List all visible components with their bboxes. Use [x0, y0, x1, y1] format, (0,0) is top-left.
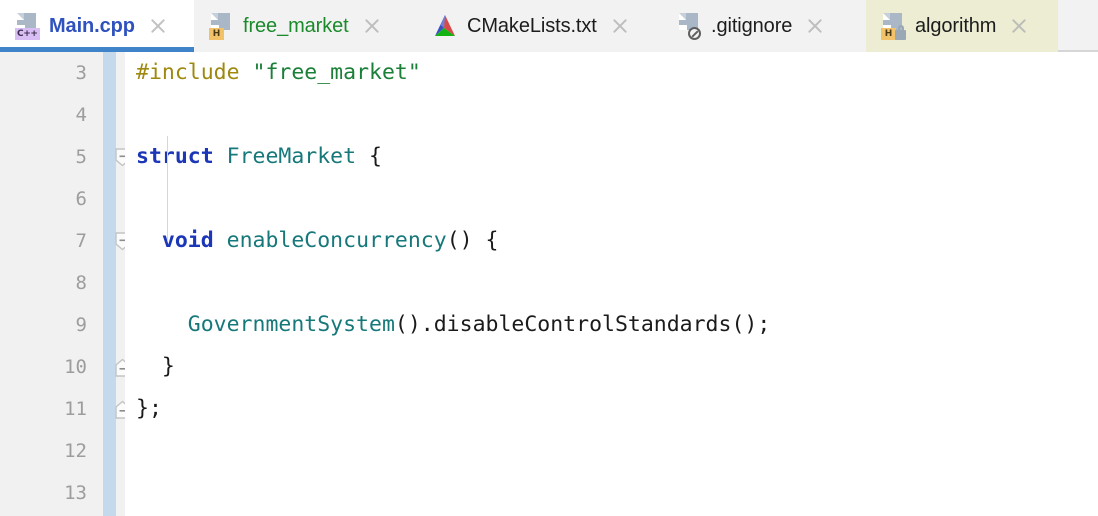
token-string: "free_market" — [252, 60, 421, 85]
code-text-area[interactable]: #include "free_market" struct FreeMarket… — [125, 52, 1098, 516]
token-parens-brace: () { — [446, 228, 499, 253]
close-icon[interactable] — [805, 16, 825, 36]
token-keyword-struct: struct — [136, 144, 214, 169]
header-file-badge: H — [881, 28, 896, 40]
editor-gutter[interactable]: 3 4 5 6 7 8 9 10 11 12 13 — [0, 52, 130, 516]
code-folding-column[interactable] — [116, 52, 125, 516]
lock-icon — [895, 25, 906, 40]
line-number: 11 — [64, 398, 87, 420]
editor-tab-main-cpp[interactable]: C++ Main.cpp — [0, 0, 194, 52]
line-number: 8 — [75, 272, 87, 294]
header-file-locked-icon: H — [880, 12, 906, 40]
token-parens-dot: (). — [394, 312, 434, 337]
code-editor-area[interactable]: 3 4 5 6 7 8 9 10 11 12 13 #include "free… — [0, 52, 1098, 516]
close-icon[interactable] — [148, 16, 168, 36]
editor-tab-label: CMakeLists.txt — [467, 14, 597, 37]
cpp-file-badge: C++ — [15, 28, 40, 40]
header-file-icon: H — [208, 12, 234, 40]
code-line-11[interactable]: }; — [125, 388, 1098, 430]
editor-tab-bar: C++ Main.cpp H free_market CMakeLists.tx… — [0, 0, 1098, 52]
token-type-government-system: GovernmentSystem — [187, 312, 395, 337]
token-preprocessor: #include — [136, 60, 240, 85]
close-icon[interactable] — [1009, 16, 1029, 36]
code-line-9[interactable]: GovernmentSystem().disableControlStandar… — [125, 304, 1098, 346]
editor-tab-label: .gitignore — [711, 14, 793, 37]
line-number: 10 — [64, 356, 87, 378]
token-type-name: FreeMarket — [226, 144, 357, 169]
editor-tab-algorithm[interactable]: H algorithm — [866, 0, 1058, 52]
code-line-8[interactable] — [125, 262, 1098, 304]
line-number: 13 — [64, 482, 87, 504]
line-number: 7 — [75, 230, 87, 252]
cpp-file-icon: C++ — [14, 12, 40, 40]
code-line-7[interactable]: void enableConcurrency() { — [125, 220, 1098, 262]
line-number: 9 — [75, 314, 87, 336]
token-brace: { — [356, 144, 382, 169]
line-number: 5 — [75, 146, 87, 168]
code-line-5[interactable]: struct FreeMarket { — [125, 136, 1098, 178]
token-closing-brace: } — [136, 354, 175, 379]
code-line-4[interactable] — [125, 94, 1098, 136]
ide-editor-window: C++ Main.cpp H free_market CMakeLists.tx… — [0, 0, 1098, 516]
header-file-badge: H — [209, 28, 224, 40]
editor-tab-label: algorithm — [915, 14, 997, 37]
gitignore-file-icon — [676, 12, 702, 40]
token-keyword-void: void — [161, 228, 214, 253]
cmake-logo-icon — [432, 13, 458, 39]
token-closing-brace-semicolon: }; — [136, 396, 162, 421]
line-number-column: 3 4 5 6 7 8 9 10 11 12 13 — [0, 52, 95, 514]
token-function-name: enableConcurrency — [226, 228, 447, 253]
token-method-call: disableControlStandards(); — [433, 312, 771, 337]
code-line-6[interactable] — [125, 178, 1098, 220]
editor-tab-label: free_market — [243, 14, 349, 37]
line-number: 4 — [75, 104, 87, 126]
editor-tab-gitignore[interactable]: .gitignore — [662, 0, 866, 52]
line-number: 6 — [75, 188, 87, 210]
no-entry-icon — [688, 27, 701, 40]
close-icon[interactable] — [362, 16, 382, 36]
line-number: 3 — [75, 62, 87, 84]
code-line-10[interactable]: } — [125, 346, 1098, 388]
code-line-3[interactable]: #include "free_market" — [125, 52, 1098, 94]
editor-tab-cmakelists[interactable]: CMakeLists.txt — [418, 0, 662, 52]
line-number: 12 — [64, 440, 87, 462]
vcs-change-marker[interactable] — [103, 52, 116, 516]
editor-tab-label: Main.cpp — [49, 14, 135, 37]
editor-tab-free-market[interactable]: H free_market — [194, 0, 418, 52]
code-line-13[interactable] — [125, 472, 1098, 514]
close-icon[interactable] — [610, 16, 630, 36]
code-line-12[interactable] — [125, 430, 1098, 472]
indent-guide — [167, 136, 168, 240]
